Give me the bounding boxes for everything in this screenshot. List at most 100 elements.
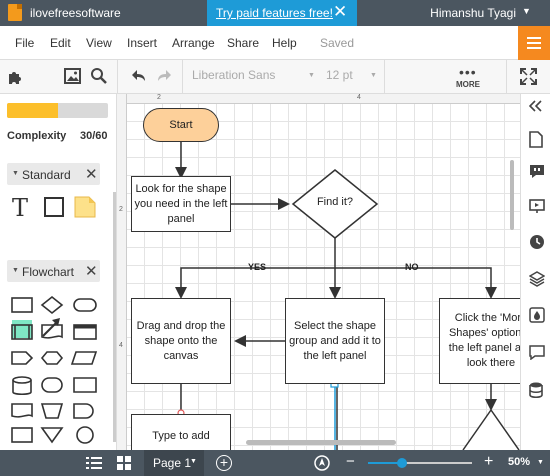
menu-edit[interactable]: Edit	[50, 36, 71, 50]
collapse-panel-icon[interactable]	[529, 100, 543, 112]
section-standard[interactable]: ▼ Standard ✕	[7, 163, 100, 185]
menu-view[interactable]: View	[86, 36, 112, 50]
ruler-vertical: 2 4	[117, 94, 127, 450]
bottom-bar: Page 1 ▼ + − + 50% ▼	[0, 450, 550, 476]
fullscreen-icon[interactable]	[520, 68, 537, 85]
diagram-page[interactable]: Start Look for the shape you need in the…	[127, 104, 520, 450]
ruler-mark: 2	[157, 94, 161, 101]
node-select-group[interactable]: Select the shape group and add it to the…	[285, 298, 385, 384]
node-more-shapes[interactable]: Click the 'More Shapes' option in the le…	[439, 298, 520, 384]
toolbar-divider	[506, 60, 507, 94]
complexity-meter-fill	[7, 103, 58, 118]
section-label: Standard	[22, 168, 71, 182]
ruler-mark: 4	[119, 342, 123, 349]
promo-banner[interactable]: Try paid features free! ✕	[207, 0, 357, 26]
document-icon	[8, 4, 22, 21]
zoom-in-button[interactable]: +	[484, 453, 493, 471]
add-page-button[interactable]: +	[216, 455, 232, 471]
hamburger-menu-icon[interactable]	[518, 26, 550, 60]
zoom-slider-knob[interactable]	[397, 458, 408, 468]
chevron-down-icon[interactable]: ▼	[370, 72, 377, 79]
document-title[interactable]: ilovefreesoftware	[30, 6, 121, 20]
connectors	[175, 140, 520, 450]
note-shape[interactable]	[74, 196, 96, 218]
grid-view-icon[interactable]	[117, 456, 131, 470]
chevron-down-icon[interactable]: ▼	[537, 459, 544, 466]
font-family-select[interactable]: Liberation Sans	[192, 68, 312, 86]
shapes-sidebar: Complexity 30/60 ▼ Standard ✕ T ▼ Flowch…	[0, 94, 117, 450]
close-icon[interactable]: ✕	[85, 165, 98, 183]
menu-share[interactable]: Share	[227, 36, 259, 50]
tab-page-1[interactable]: Page 1 ▼	[144, 450, 204, 476]
right-dock	[520, 94, 550, 450]
chat-icon[interactable]	[529, 344, 545, 360]
font-size-select[interactable]: 12 pt	[326, 68, 366, 82]
toolbar-divider	[384, 60, 385, 94]
node-look-for-shape[interactable]: Look for the shape you need in the left …	[131, 176, 231, 232]
horizontal-scrollbar[interactable]	[246, 440, 396, 445]
chevron-down-icon[interactable]: ▼	[522, 6, 531, 16]
chevron-down-icon[interactable]: ▼	[12, 170, 19, 177]
menu-file[interactable]: File	[15, 36, 34, 50]
complexity-value: 30/60	[80, 130, 108, 142]
node-more-shapes-text: Click the 'More Shapes' option in the le…	[448, 312, 520, 369]
chevron-down-icon[interactable]: ▼	[190, 458, 197, 465]
complexity-meter	[7, 103, 108, 118]
node-start[interactable]: Start	[143, 108, 219, 142]
redo-icon[interactable]	[156, 69, 172, 83]
section-label: Flowchart	[22, 265, 75, 279]
page-properties-icon[interactable]	[529, 131, 543, 148]
menu-help[interactable]: Help	[272, 36, 297, 50]
connector-no	[335, 267, 497, 299]
toolbar-divider	[117, 60, 118, 94]
more-button-label[interactable]: MORE	[456, 80, 480, 89]
section-flowchart[interactable]: ▼ Flowchart ✕	[7, 260, 100, 282]
zoom-slider[interactable]	[368, 458, 472, 468]
search-icon[interactable]	[90, 67, 108, 85]
toolbar-divider	[182, 60, 183, 94]
ruler-mark: 2	[119, 206, 123, 213]
node-type-to-add[interactable]: Type to add	[131, 414, 231, 450]
ruler-mark: 4	[357, 94, 361, 101]
close-icon[interactable]: ✕	[333, 2, 347, 22]
flowchart-shapes-grid[interactable]	[8, 290, 104, 450]
database-icon[interactable]	[529, 382, 543, 398]
list-view-icon[interactable]	[86, 456, 102, 470]
navigation-icon[interactable]	[314, 455, 330, 471]
undo-icon[interactable]	[131, 69, 147, 83]
sidebar-scrollbar[interactable]	[113, 192, 116, 442]
save-status: Saved	[320, 36, 355, 50]
zoom-out-button[interactable]: −	[346, 453, 355, 470]
text-shape[interactable]: T	[12, 194, 28, 222]
puzzle-icon[interactable]	[7, 68, 24, 85]
promo-link[interactable]: Try paid features free!	[216, 6, 333, 20]
presentation-icon[interactable]	[529, 198, 545, 214]
edge-label-no: NO	[405, 262, 419, 272]
layers-icon[interactable]	[529, 271, 545, 287]
node-find-it-label[interactable]: Find it?	[297, 196, 373, 208]
image-icon[interactable]	[64, 68, 81, 84]
close-icon[interactable]: ✕	[85, 262, 98, 280]
canvas-area[interactable]: 2 4 2 4 Start Look for the shape you nee…	[117, 94, 520, 450]
comments-icon[interactable]	[529, 164, 545, 178]
zoom-level[interactable]: 50%	[508, 456, 530, 468]
chevron-down-icon[interactable]: ▼	[12, 267, 19, 274]
top-bar: ilovefreesoftware Try paid features free…	[0, 0, 550, 26]
vertical-scrollbar[interactable]	[510, 160, 514, 230]
plus-icon: +	[219, 454, 229, 470]
fill-color-icon[interactable]	[529, 307, 545, 323]
history-icon[interactable]	[529, 234, 545, 250]
decision-node-partial	[462, 408, 520, 450]
menu-insert[interactable]: Insert	[127, 36, 157, 50]
menu-arrange[interactable]: Arrange	[172, 36, 215, 50]
ruler-horizontal: 2 4	[117, 94, 520, 104]
node-drag-drop[interactable]: Drag and drop the shape onto the canvas	[131, 298, 231, 384]
edge-label-yes: YES	[248, 262, 267, 272]
more-icon[interactable]: •••	[459, 64, 477, 80]
chevron-down-icon[interactable]: ▼	[308, 72, 315, 79]
menu-bar: File Edit View Insert Arrange Share Help…	[0, 26, 550, 60]
complexity-label: Complexity	[7, 130, 67, 142]
rectangle-shape[interactable]	[44, 197, 64, 217]
user-name[interactable]: Himanshu Tyagi	[430, 6, 516, 20]
toolbar: Liberation Sans ▼ 12 pt ▼ ••• MORE	[0, 60, 550, 94]
